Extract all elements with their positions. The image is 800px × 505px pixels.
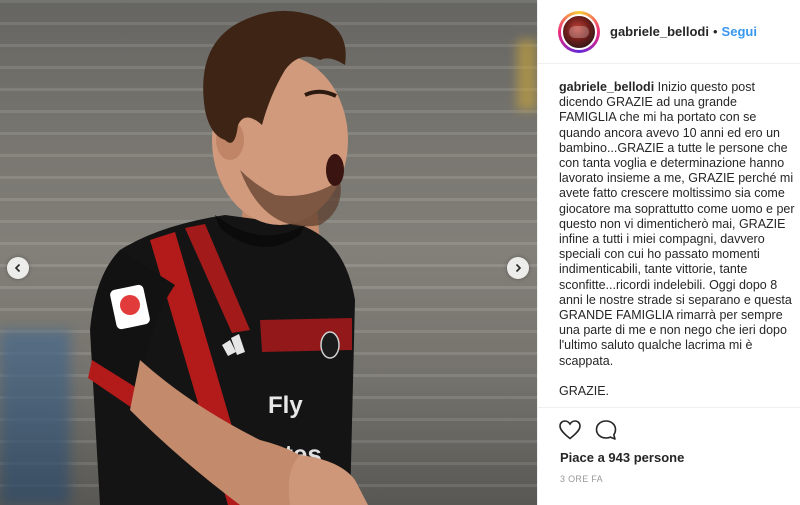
caption-username[interactable]: gabriele_bellodi — [559, 80, 654, 94]
caption-closing: GRAZIE. — [559, 383, 610, 398]
header-username[interactable]: gabriele_bellodi — [610, 24, 709, 39]
caption-body: gabriele_bellodi Inizio questo post dice… — [559, 80, 797, 369]
post-sidebar: gabriele_bellodi • Segui gabriele_bellod… — [537, 0, 800, 505]
post-photo[interactable]: Fly Emirates — [0, 0, 537, 505]
comment-icon[interactable] — [594, 418, 618, 442]
header-separator: • — [712, 24, 718, 39]
likes-count[interactable]: Piace a 943 persone — [560, 450, 684, 465]
heart-icon[interactable] — [558, 418, 582, 442]
post-header: gabriele_bellodi • Segui — [538, 0, 800, 64]
post-timestamp[interactable]: 3 ORE FA — [560, 474, 603, 484]
action-icons — [558, 418, 618, 442]
player-illustration: Fly Emirates — [88, 10, 368, 505]
player-hand — [288, 455, 368, 505]
player-mouth — [326, 154, 344, 186]
chevron-left-icon — [14, 263, 21, 273]
chevron-right-icon — [515, 263, 522, 273]
next-photo-button[interactable] — [507, 257, 529, 279]
avatar-story-ring[interactable] — [558, 10, 600, 53]
league-badge-logo — [120, 295, 140, 315]
jersey-sponsor-text: Fly — [268, 392, 303, 419]
follow-button[interactable]: Segui — [722, 24, 757, 39]
club-crest — [320, 331, 340, 359]
post-actions: Piace a 943 persone 3 ORE FA — [538, 407, 800, 505]
post-caption: gabriele_bellodi Inizio questo post dice… — [559, 80, 797, 399]
avatar[interactable] — [561, 13, 597, 50]
caption-text: Inizio questo post dicendo GRAZIE ad una… — [559, 80, 795, 368]
previous-photo-button[interactable] — [7, 257, 29, 279]
